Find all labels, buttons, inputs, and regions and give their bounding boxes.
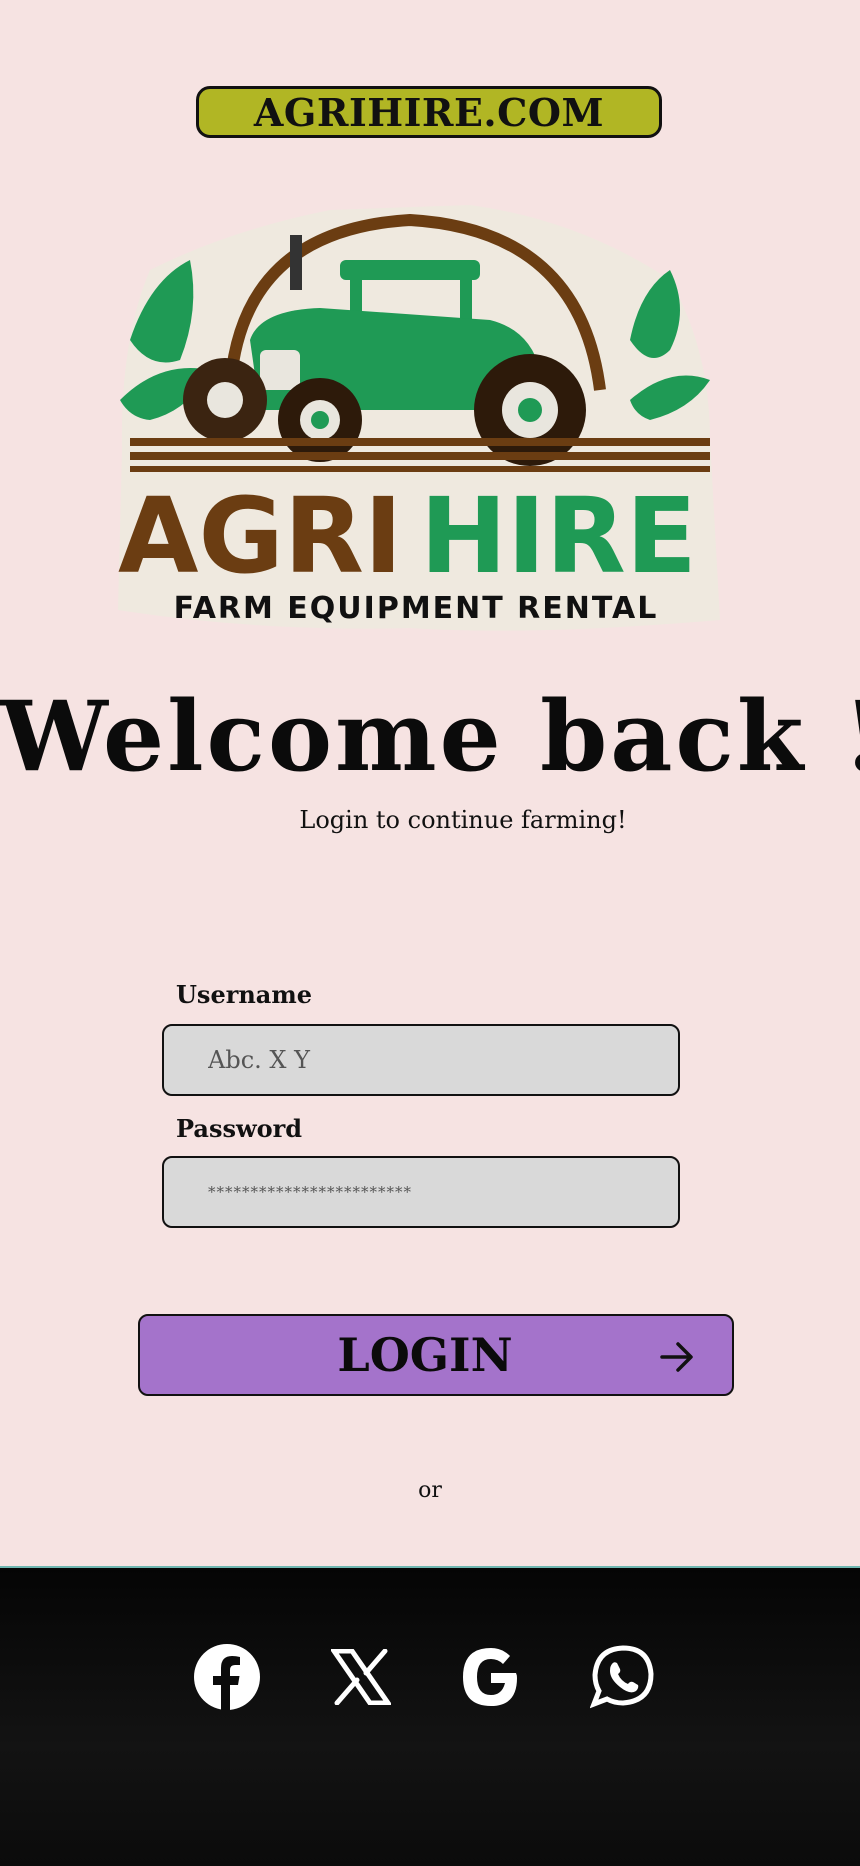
site-name-badge: AGRIHIRE.COM [196, 86, 662, 138]
x-icon[interactable] [326, 1642, 396, 1712]
username-field-box [162, 1024, 680, 1096]
username-input[interactable] [164, 1026, 678, 1094]
welcome-subtitle: Login to continue farming! [299, 806, 627, 834]
welcome-title: Welcome back ! [0, 680, 860, 793]
password-label: Password [176, 1114, 303, 1143]
agrihire-logo: AGRI HIRE FARM EQUIPMENT RENTAL [118, 205, 720, 631]
site-name-text: AGRIHIRE.COM [253, 89, 605, 135]
google-icon[interactable] [456, 1642, 526, 1712]
login-button[interactable]: LOGIN [138, 1314, 734, 1396]
facebook-icon[interactable] [192, 1642, 262, 1712]
footer [0, 1566, 860, 1866]
password-field-box [162, 1156, 680, 1228]
login-button-label: LOGIN [337, 1328, 513, 1382]
password-input[interactable] [164, 1158, 678, 1226]
logo-brand-part2: HIRE [420, 475, 697, 597]
logo-brand-part1: AGRI [118, 475, 403, 597]
or-divider-text: or [418, 1478, 442, 1503]
logo-tagline: FARM EQUIPMENT RENTAL [174, 591, 659, 626]
username-label: Username [176, 980, 313, 1009]
whatsapp-icon[interactable] [588, 1642, 658, 1712]
arrow-right-icon [660, 1342, 693, 1372]
